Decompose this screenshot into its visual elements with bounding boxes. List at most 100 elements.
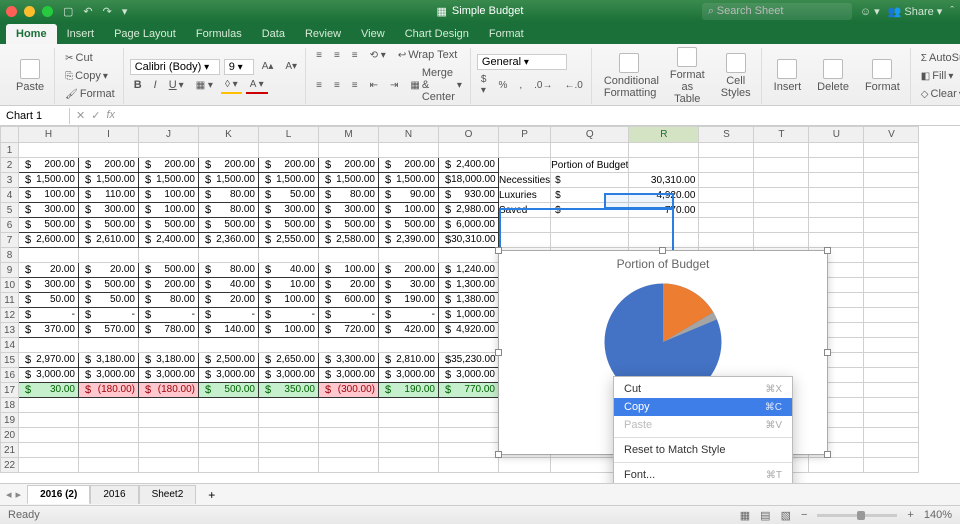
cell[interactable]: $ 500.00 [139,218,199,233]
merge-button[interactable]: ▦ Merge & Center ▾ [406,65,466,105]
cell[interactable] [864,308,919,323]
fill-button[interactable]: ◧ Fill ▾ [917,68,958,84]
cell[interactable] [809,233,864,248]
share-button[interactable]: 👥 Share ▾ [888,5,943,18]
cell[interactable]: $ 1,500.00 [79,173,139,188]
cell[interactable]: $ 200.00 [199,158,259,173]
cell[interactable]: June [19,143,79,158]
column-header[interactable]: O [439,127,499,143]
cell[interactable]: $ 1,500.00 [19,173,79,188]
search-input[interactable]: ⌕ Search Sheet [702,3,852,20]
cell[interactable]: $ 40.00 [199,278,259,293]
wrap-text-button[interactable]: ↩ Wrap Text [394,47,462,63]
save-icon[interactable]: ▢ [63,5,73,18]
cell[interactable] [754,188,809,203]
cell[interactable]: $ (300.00) [319,383,379,398]
cell[interactable] [809,458,864,473]
sheet-tab[interactable]: Sheet2 [139,485,197,504]
sheet-tab[interactable]: 2016 (2) [27,485,90,504]
cell[interactable]: 30,310.00 [629,173,699,188]
cell[interactable]: $ 2,600.00 [19,233,79,248]
cell[interactable] [864,233,919,248]
increase-decimal-icon[interactable]: .0→ [530,78,556,93]
cell[interactable] [199,248,259,263]
cell[interactable] [319,398,379,413]
ribbon-tab-page-layout[interactable]: Page Layout [104,24,186,44]
cell[interactable] [699,173,754,188]
fx-icon[interactable]: fx [106,109,115,122]
cell[interactable] [379,248,439,263]
cell[interactable]: $ - [379,308,439,323]
cell[interactable] [864,323,919,338]
sheet-tab[interactable]: 2016 [90,485,138,504]
cell[interactable]: $ 420.00 [379,323,439,338]
cell[interactable]: $ 100.00 [379,203,439,218]
align-right-icon[interactable]: ≡ [348,78,362,93]
ribbon-tab-chart-design[interactable]: Chart Design [395,24,479,44]
cell[interactable]: $ 2,810.00 [379,353,439,368]
column-header[interactable]: V [864,127,919,143]
border-button[interactable]: ▦ ▾ [192,78,217,93]
cell[interactable] [379,443,439,458]
column-header[interactable]: L [259,127,319,143]
name-box[interactable]: Chart 1 [0,108,70,124]
cell[interactable]: $ 3,000.00 [439,368,499,383]
close-window-icon[interactable] [6,6,17,17]
cell[interactable]: $ 200.00 [319,158,379,173]
cell[interactable]: $ 100.00 [259,323,319,338]
cell[interactable] [499,233,551,248]
cell[interactable] [864,413,919,428]
cell[interactable]: $ 1,380.00 [439,293,499,308]
cell[interactable]: $ 80.00 [139,293,199,308]
cell[interactable] [199,458,259,473]
bold-button[interactable]: B [130,77,146,93]
cell[interactable] [499,143,551,158]
cell[interactable] [439,248,499,263]
cell[interactable]: $ 500.00 [259,218,319,233]
cell[interactable] [139,443,199,458]
copy-button[interactable]: ⎘ Copy ▾ [61,68,112,84]
cell[interactable]: $ [551,188,629,203]
cell[interactable]: $ 80.00 [199,188,259,203]
cell[interactable]: $ 300.00 [19,203,79,218]
cell[interactable]: October [259,143,319,158]
cell[interactable]: December [379,143,439,158]
cell[interactable] [864,203,919,218]
cell[interactable]: $ 200.00 [79,158,139,173]
cell[interactable]: $ 200.00 [139,158,199,173]
ribbon-collapse-icon[interactable]: ˆ [950,5,954,17]
cell[interactable]: $ 3,300.00 [319,353,379,368]
cell[interactable] [79,458,139,473]
comma-icon[interactable]: , [515,78,526,93]
cell[interactable]: $ 10.00 [259,278,319,293]
cell-styles-button[interactable]: Cell Styles [715,51,757,101]
cell[interactable]: $ 2,550.00 [259,233,319,248]
context-menu-item[interactable]: Copy⌘C [614,398,792,416]
cell[interactable]: $ 2,390.00 [379,233,439,248]
cell[interactable]: September [199,143,259,158]
cell[interactable] [139,248,199,263]
align-bottom-icon[interactable]: ≡ [348,48,362,63]
cell[interactable]: $ - [19,308,79,323]
cell[interactable]: $ 2,360.00 [199,233,259,248]
cell[interactable] [754,203,809,218]
column-header[interactable]: I [79,127,139,143]
cell[interactable] [754,173,809,188]
cell[interactable]: $ 100.00 [19,188,79,203]
cell[interactable]: $ 100.00 [259,293,319,308]
cell[interactable] [864,428,919,443]
cell[interactable]: $ 2,500.00 [199,353,259,368]
cell[interactable]: $ 770.00 [439,383,499,398]
chart-resize-handle[interactable] [495,451,502,458]
cell[interactable] [699,233,754,248]
cell[interactable] [629,233,699,248]
cell[interactable]: $ - [319,308,379,323]
cell[interactable]: $ - [139,308,199,323]
sheet-nav-last-icon[interactable]: ▸ [16,488,22,501]
underline-button[interactable]: U ▾ [165,77,188,93]
ribbon-tab-home[interactable]: Home [6,24,57,44]
cell[interactable] [259,248,319,263]
cell[interactable] [439,338,499,353]
cell[interactable]: $ - [79,308,139,323]
cell[interactable] [699,143,754,158]
